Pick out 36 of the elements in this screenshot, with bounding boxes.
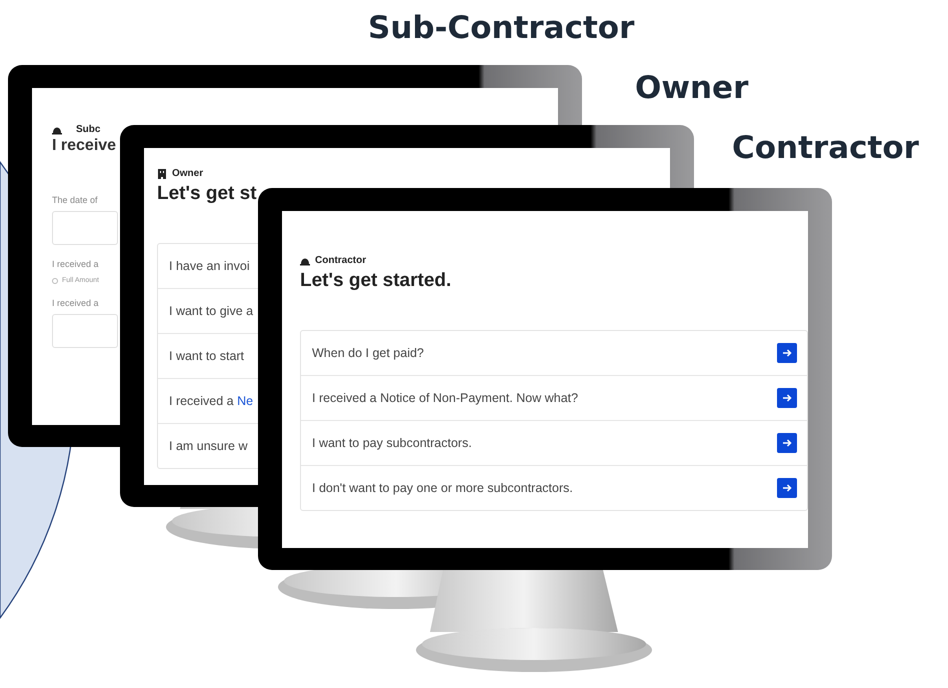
role-title: Owner bbox=[635, 70, 748, 108]
role-label: Contractor bbox=[315, 255, 366, 266]
option-text[interactable]: I am unsure w bbox=[169, 439, 248, 453]
option-text[interactable]: I don't want to pay one or more subcontractors. bbox=[312, 481, 573, 495]
arrow-button[interactable] bbox=[777, 478, 797, 498]
role-label: Owner bbox=[172, 168, 204, 179]
building-icon bbox=[157, 168, 167, 178]
arrow-right-icon bbox=[782, 483, 792, 493]
field-label: The date of bbox=[52, 195, 98, 205]
arrow-button[interactable] bbox=[777, 433, 797, 453]
hard-hat-icon bbox=[300, 256, 310, 266]
input-field[interactable] bbox=[52, 314, 118, 348]
option-text[interactable]: I received a Ne bbox=[169, 394, 254, 408]
page-heading: Let's get st bbox=[157, 183, 257, 205]
option-text[interactable]: I received a Notice of Non-Payment. Now what? bbox=[312, 391, 578, 405]
role-label: Subc bbox=[76, 124, 100, 135]
field-label: I received a bbox=[52, 298, 99, 308]
notice-link[interactable]: Ne bbox=[237, 394, 254, 408]
role-title: Sub-Contractor bbox=[368, 10, 634, 48]
arrow-button[interactable] bbox=[777, 388, 797, 408]
page-heading: I receive bbox=[52, 137, 116, 155]
page-heading: Let's get started. bbox=[300, 270, 452, 292]
option-text[interactable]: I want to give a bbox=[169, 304, 254, 318]
radio-button[interactable] bbox=[52, 278, 58, 284]
hard-hat-icon bbox=[52, 124, 62, 134]
role-title: Contractor bbox=[732, 130, 919, 168]
option-text[interactable]: When do I get paid? bbox=[312, 346, 424, 360]
arrow-right-icon bbox=[782, 393, 792, 403]
option-text[interactable]: I want to start bbox=[169, 349, 244, 363]
arrow-right-icon bbox=[782, 348, 792, 358]
option-text[interactable]: I want to pay subcontractors. bbox=[312, 436, 472, 450]
option-text[interactable]: I have an invoi bbox=[169, 259, 250, 273]
field-label: I received a bbox=[52, 259, 99, 269]
input-field[interactable] bbox=[52, 211, 118, 245]
arrow-right-icon bbox=[782, 438, 792, 448]
arrow-button[interactable] bbox=[777, 343, 797, 363]
